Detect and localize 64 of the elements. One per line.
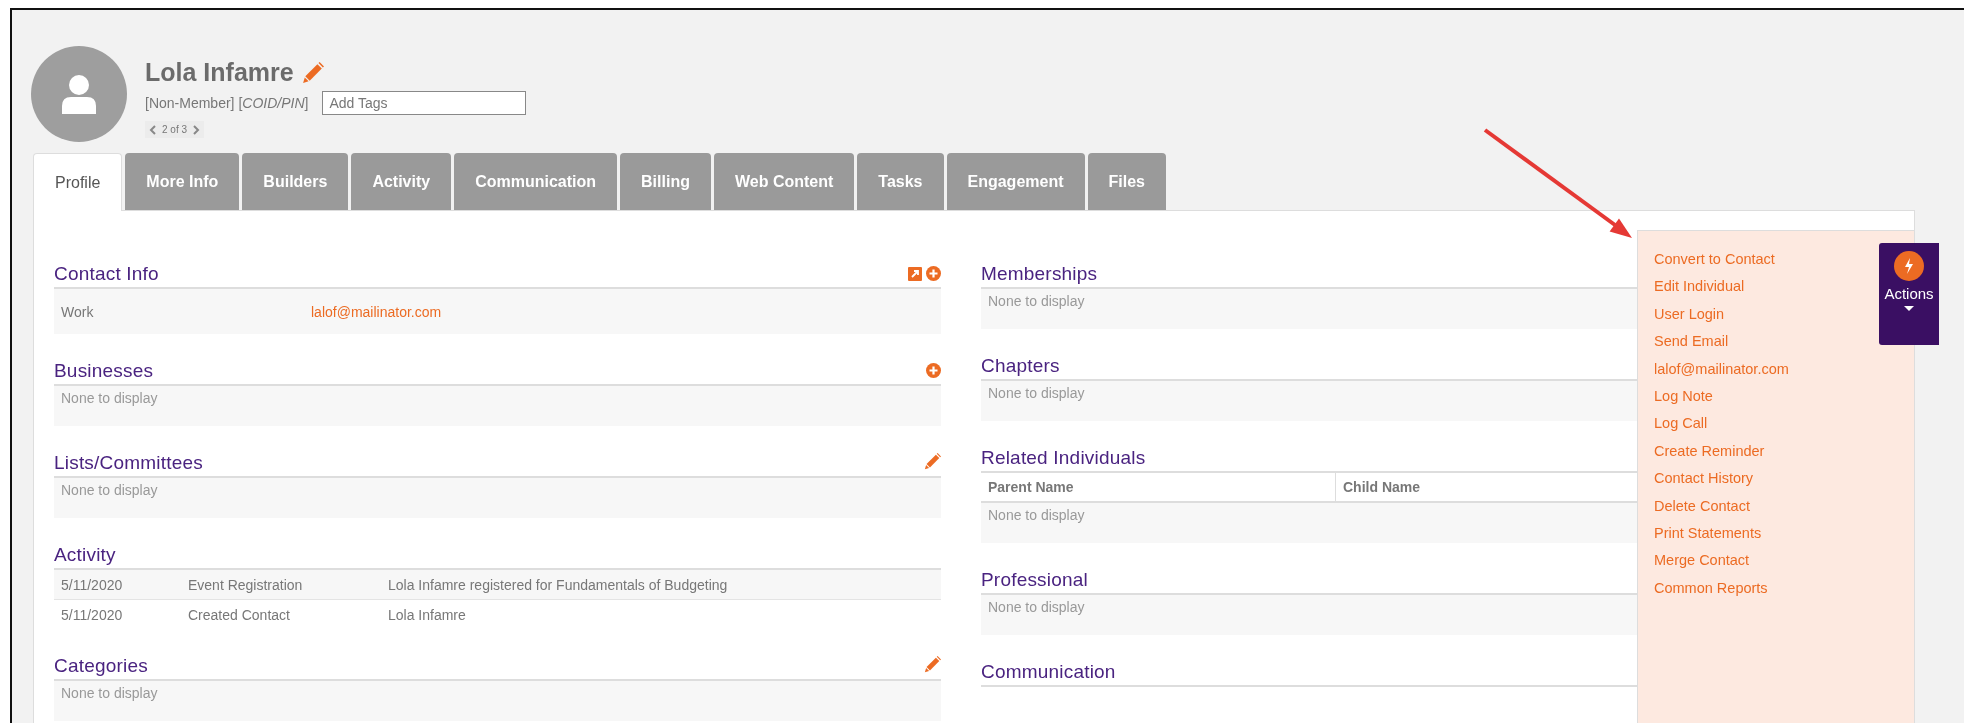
empty-message: None to display: [988, 507, 1085, 523]
section-title: Businesses: [54, 360, 154, 382]
section-title: Communication: [981, 661, 1116, 683]
empty-message: None to display: [61, 390, 158, 406]
section-title: Related Individuals: [981, 447, 1146, 469]
empty-message: None to display: [61, 482, 158, 498]
section-title: Memberships: [981, 263, 1098, 285]
menu-item[interactable]: Edit Individual: [1654, 276, 1745, 304]
field-label: Work: [61, 303, 95, 320]
tags-field[interactable]: Add Tags: [322, 91, 527, 115]
menu-item[interactable]: User Login: [1654, 303, 1725, 332]
section-title: Professional: [981, 569, 1088, 591]
tab[interactable]: Files: [1087, 153, 1166, 210]
menu-item[interactable]: Merge Contact: [1654, 550, 1750, 578]
tab[interactable]: Profile: [33, 153, 123, 211]
empty-message: None to display: [988, 599, 1085, 615]
member-type: [Non-Member]: [145, 95, 235, 111]
edit-icon[interactable]: [924, 656, 941, 673]
section-title: Contact Info: [54, 263, 159, 285]
menu-item[interactable]: lalof@mailinator.com: [1654, 358, 1789, 386]
section-title: Activity: [54, 544, 116, 566]
table-cell-text: Created Contact: [188, 606, 291, 623]
bolt-icon: [1894, 251, 1924, 281]
add-icon[interactable]: [926, 266, 941, 281]
section-title: Lists/Committees: [54, 452, 203, 474]
empty-message: None to display: [988, 293, 1085, 309]
table-cell-text: 5/11/2020: [61, 576, 124, 593]
chevron-left-icon[interactable]: [149, 124, 156, 135]
contact-name: Lola Infamre: [145, 58, 294, 87]
tab[interactable]: Billing: [620, 153, 711, 210]
empty-message: None to display: [988, 385, 1085, 401]
tab[interactable]: Web Content: [713, 153, 855, 210]
menu-item[interactable]: Common Reports: [1654, 577, 1768, 606]
section-title: Categories: [54, 655, 148, 677]
tab[interactable]: More Info: [125, 153, 240, 210]
table-cell-text: 5/11/2020: [61, 606, 124, 623]
chevron-right-icon[interactable]: [193, 124, 201, 135]
column-header: Parent Name: [987, 478, 1075, 497]
actions-button[interactable]: Actions: [1879, 243, 1939, 345]
section-title: Chapters: [981, 355, 1060, 377]
add-icon[interactable]: [926, 363, 941, 378]
menu-item[interactable]: Create Reminder: [1654, 440, 1765, 469]
user-icon: [60, 74, 98, 114]
menu-item[interactable]: Send Email: [1654, 331, 1729, 359]
table-cell-text: Lola Infamre: [388, 606, 467, 623]
tab[interactable]: Builders: [242, 153, 349, 210]
tab[interactable]: Communication: [454, 153, 618, 210]
edit-icon[interactable]: [301, 61, 324, 84]
table-cell-text: Lola Infamre registered for Fundamentals of Budgeting: [388, 576, 729, 593]
tab[interactable]: Activity: [351, 153, 452, 210]
menu-item[interactable]: Log Call: [1654, 413, 1708, 441]
coid-link[interactable]: [COID/PIN]: [238, 95, 309, 111]
menu-item[interactable]: Convert to Contact: [1654, 249, 1775, 277]
table-cell-text: Event Registration: [188, 576, 304, 593]
caret-icon: [1904, 306, 1914, 311]
record-position: 2 of 3: [162, 124, 188, 135]
email-link[interactable]: lalof@mailinator.com: [311, 303, 442, 320]
tab[interactable]: Engagement: [946, 153, 1085, 210]
tab[interactable]: Tasks: [857, 153, 944, 210]
edit-icon[interactable]: [924, 453, 941, 470]
menu-item[interactable]: Print Statements: [1654, 522, 1762, 551]
expand-icon[interactable]: [908, 266, 922, 281]
empty-message: None to display: [61, 685, 158, 701]
menu-item[interactable]: Log Note: [1654, 385, 1713, 414]
